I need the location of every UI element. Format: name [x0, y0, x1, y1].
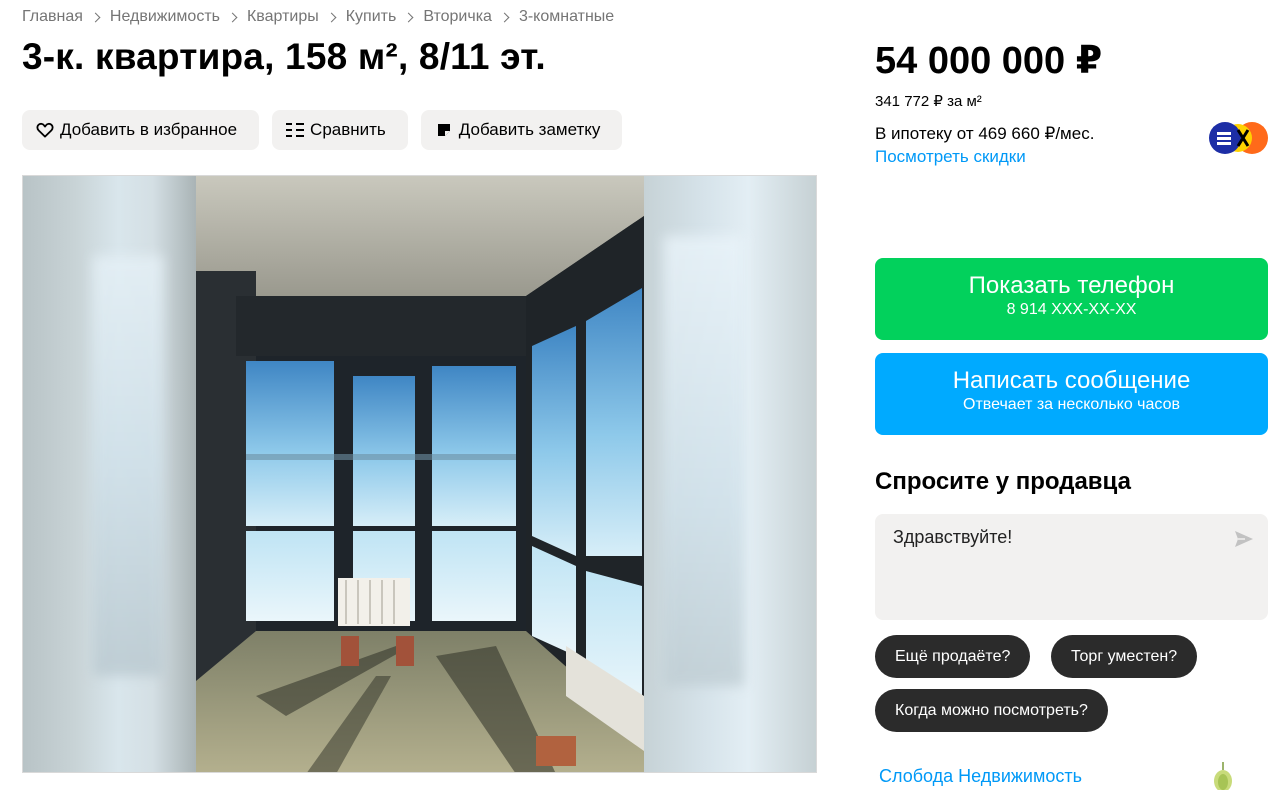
- breadcrumb-home[interactable]: Главная: [22, 8, 83, 26]
- add-note-label: Добавить заметку: [458, 120, 601, 139]
- show-phone-label: Показать телефон: [968, 272, 1175, 299]
- write-message-label: Написать сообщение: [952, 367, 1191, 394]
- quick-question-still-selling[interactable]: Ещё продаёте?: [875, 635, 1031, 678]
- price-per-m2: 341 772 ₽ за м²: [875, 93, 982, 110]
- compare-button[interactable]: Сравнить: [272, 110, 408, 150]
- add-favorite-label: Добавить в избранное: [60, 120, 238, 139]
- breadcrumb-buy[interactable]: Купить: [346, 8, 397, 26]
- breadcrumb: Главная Недвижимость Квартиры Купить Вто…: [22, 8, 614, 26]
- seller-message-input[interactable]: Здравствуйте!: [875, 514, 1268, 620]
- add-favorite-button[interactable]: Добавить в избранное: [22, 110, 260, 150]
- listing-actions: Добавить в избранное Сравнить Добавить з…: [22, 110, 623, 150]
- chevron-right-icon: [326, 12, 337, 22]
- view-discounts-link[interactable]: Посмотреть скидки: [875, 147, 1026, 167]
- quick-question-viewing[interactable]: Когда можно посмотреть?: [875, 689, 1108, 732]
- price-total: 54 000 000 ₽: [875, 40, 1103, 82]
- add-note-button[interactable]: Добавить заметку: [420, 110, 623, 150]
- seller-avatar[interactable]: [1208, 762, 1242, 790]
- compare-label: Сравнить: [310, 120, 386, 139]
- quick-question-bargain[interactable]: Торг уместен?: [1051, 635, 1198, 678]
- send-icon[interactable]: [1233, 528, 1255, 550]
- heart-icon: [35, 120, 55, 140]
- phone-number: 8 914 XXX-XX-XX: [1006, 301, 1137, 318]
- write-message-button[interactable]: Написать сообщение Отвечает за несколько…: [875, 353, 1268, 435]
- breadcrumb-apartments[interactable]: Квартиры: [247, 8, 319, 26]
- chevron-right-icon: [90, 12, 101, 22]
- breadcrumb-secondary[interactable]: Вторичка: [423, 8, 492, 26]
- seller-name-link[interactable]: Слобода Недвижимость: [879, 766, 1082, 787]
- seller-message-text: Здравствуйте!: [893, 527, 1013, 547]
- bank-logo[interactable]: [1208, 121, 1270, 155]
- chevron-right-icon: [403, 12, 414, 22]
- note-icon: [434, 120, 454, 140]
- response-time: Отвечает за несколько часов: [963, 396, 1180, 413]
- chevron-right-icon: [227, 12, 238, 22]
- breadcrumb-realty[interactable]: Недвижимость: [110, 8, 220, 26]
- breadcrumb-3-rooms[interactable]: 3-комнатные: [519, 8, 614, 26]
- page-title: 3-к. квартира, 158 м², 8/11 эт.: [22, 36, 546, 77]
- gallery-blur-left: [23, 176, 196, 772]
- ask-seller-title: Спросите у продавца: [875, 468, 1131, 495]
- photo-gallery[interactable]: [22, 175, 817, 773]
- chevron-right-icon: [499, 12, 510, 22]
- mortgage-text: В ипотеку от 469 660 ₽/мес.: [875, 124, 1095, 143]
- main-photo[interactable]: [196, 176, 644, 772]
- gallery-blur-right: [644, 176, 816, 772]
- compare-icon: [285, 120, 305, 140]
- show-phone-button[interactable]: Показать телефон 8 914 XXX-XX-XX: [875, 258, 1268, 340]
